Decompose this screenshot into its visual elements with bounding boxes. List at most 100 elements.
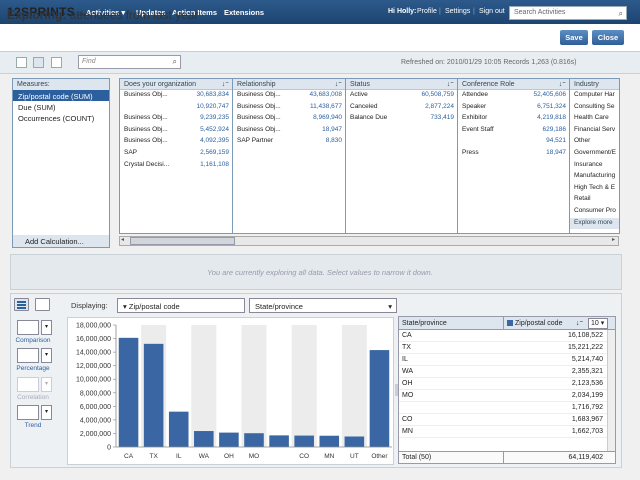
search-icon[interactable]: ⌕ — [619, 9, 623, 19]
dimension-value[interactable]: Business Obj... 9,239,235 — [120, 113, 232, 125]
dimension-value[interactable]: Business Obj... 8,969,940 — [233, 113, 345, 125]
dimension-value[interactable]: Business Obj... 18,947 — [233, 125, 345, 137]
topn-selector[interactable]: 10 ▾ — [588, 318, 608, 329]
bar[interactable] — [194, 431, 214, 447]
search-input[interactable]: Search Activities ⌕ — [509, 6, 627, 20]
dimension-value[interactable]: Government/E — [570, 148, 619, 160]
column-header-state[interactable]: State/province — [402, 320, 447, 327]
dimension-value[interactable]: Canceled 2,877,224 — [346, 102, 457, 114]
dimension-value[interactable]: Retail — [570, 194, 619, 206]
nav-extensions[interactable]: Extensions — [224, 8, 264, 17]
table-row[interactable]: MO 2,034,199 — [399, 390, 615, 402]
measure-item[interactable]: Zip/postal code (SUM) — [13, 90, 109, 101]
dimension-value[interactable]: Business Obj... 4,092,395 — [120, 136, 232, 148]
bar[interactable] — [294, 435, 314, 447]
chevron-down-icon[interactable]: ▾ — [41, 405, 52, 420]
table-row[interactable]: CO 1,683,967 — [399, 414, 615, 426]
dimension-value[interactable]: Business Obj... 11,438,677 — [233, 102, 345, 114]
dimension-value[interactable]: Event Staff 629,186 — [458, 125, 569, 137]
table-scrollbar[interactable] — [607, 330, 615, 452]
dimension-value[interactable]: Active 60,508,759 — [346, 90, 457, 102]
chevron-down-icon[interactable]: ▾ — [41, 320, 52, 335]
dimension-value[interactable]: Business Obj... 30,683,834 — [120, 90, 232, 102]
dimension-value[interactable]: 10,920,747 — [120, 102, 232, 114]
table-row[interactable]: IL 5,214,740 — [399, 354, 615, 366]
dimension-value[interactable]: Manufacturing — [570, 171, 619, 183]
dimension-value[interactable]: Consumer Pro — [570, 206, 619, 218]
bar[interactable] — [143, 343, 164, 447]
trend-chart-icon[interactable] — [17, 405, 39, 420]
explore-more-link[interactable]: Explore more — [570, 217, 619, 230]
dimension-header[interactable]: Relationship ↓⁼ — [233, 79, 345, 90]
bar[interactable] — [269, 435, 289, 447]
dimension-header[interactable]: Conference Role ↓⁼ — [458, 79, 569, 90]
dimension-value[interactable]: Attendee 52,405,606 — [458, 90, 569, 102]
dimension-value[interactable]: Press 18,947 — [458, 148, 569, 160]
scrollbar-thumb[interactable] — [130, 237, 235, 245]
bar[interactable] — [118, 337, 139, 447]
table-row[interactable]: TX 15,221,222 — [399, 342, 615, 354]
search-icon[interactable]: ⌕ — [173, 57, 177, 67]
value-number: 629,186 — [542, 125, 567, 133]
dimension-value[interactable]: Consulting Se — [570, 102, 619, 114]
dimension-value[interactable]: SAP Partner 8,830 — [233, 136, 345, 148]
measure-dropdown[interactable]: ▾ Zip/postal code — [117, 298, 245, 313]
table-row[interactable]: WA 2,355,321 — [399, 366, 615, 378]
chart-view-icon[interactable] — [14, 298, 29, 311]
measure-item[interactable]: Due (SUM) — [13, 101, 109, 112]
table-row[interactable]: CA 16,108,522 — [399, 330, 615, 342]
percentage-chart-icon[interactable] — [17, 348, 39, 363]
dimension-header[interactable]: Does your organization ↓⁼ — [120, 79, 232, 90]
save-button[interactable]: Save — [560, 30, 588, 45]
comparison-chart-icon[interactable] — [17, 320, 39, 335]
measure-item[interactable]: Occurrences (COUNT) — [13, 112, 109, 123]
dimension-header[interactable]: Status ↓⁼ — [346, 79, 457, 90]
chevron-down-icon[interactable]: ▾ — [41, 348, 52, 363]
dimension-value[interactable]: Exhibitor 4,219,818 — [458, 113, 569, 125]
dimension-value[interactable]: 94,521 — [458, 136, 569, 148]
sort-icon[interactable]: ↓⁼ — [447, 80, 454, 88]
dimension-dropdown[interactable]: State/province ▾ — [249, 298, 397, 313]
scroll-left-icon[interactable]: ◂ — [121, 236, 124, 243]
column-header-zip[interactable]: Zip/postal code — [515, 320, 562, 327]
bar[interactable] — [369, 350, 390, 447]
table-row[interactable]: MN 1,662,703 — [399, 426, 615, 438]
bar[interactable] — [168, 411, 189, 447]
y-tick-label: 8,000,000 — [80, 390, 111, 397]
dimension-value[interactable]: Crystal Decisi... 1,161,108 — [120, 160, 232, 172]
bar[interactable] — [244, 433, 264, 447]
bar[interactable] — [319, 435, 340, 447]
table-row[interactable]: OH 2,123,536 — [399, 378, 615, 390]
dimension-value[interactable]: Speaker 6,751,324 — [458, 102, 569, 114]
sort-icon[interactable]: ↓⁼ — [559, 80, 566, 88]
bar[interactable] — [219, 432, 239, 447]
dimension-value[interactable]: High Tech & E — [570, 183, 619, 195]
dimension-value[interactable]: Computer Har — [570, 90, 619, 102]
value-number: 6,751,324 — [537, 102, 566, 110]
collapse-icon[interactable] — [51, 57, 62, 68]
dimension-value[interactable]: Business Obj... 5,452,924 — [120, 125, 232, 137]
dimension-value[interactable]: Health Care — [570, 113, 619, 125]
dimension-value[interactable]: Balance Due 733,419 — [346, 113, 457, 125]
table-view-icon[interactable] — [35, 298, 50, 311]
add-calculation-button[interactable]: Add Calculation... — [13, 235, 109, 247]
bar[interactable] — [344, 436, 365, 447]
dimension-value[interactable]: Financial Serv — [570, 125, 619, 137]
signout-link[interactable]: Sign out — [479, 8, 505, 15]
dimension-header[interactable]: Industry — [570, 79, 619, 90]
sort-icon[interactable]: ↓⁼ — [335, 80, 342, 88]
select-all-icon[interactable] — [16, 57, 27, 68]
table-row[interactable]: 1,716,792 — [399, 402, 615, 414]
close-button[interactable]: Close — [592, 30, 624, 45]
layout-icon[interactable] — [33, 57, 44, 68]
dimension-value[interactable]: Insurance — [570, 160, 619, 172]
dimension-value[interactable]: Business Obj... 43,683,008 — [233, 90, 345, 102]
dimension-value[interactable]: SAP 2,569,159 — [120, 148, 232, 160]
find-input[interactable]: Find ⌕ — [78, 55, 181, 69]
settings-link[interactable]: Settings — [445, 8, 470, 15]
profile-link[interactable]: Profile — [417, 8, 437, 15]
sort-icon[interactable]: ↓⁼ — [222, 80, 229, 88]
scroll-right-icon[interactable]: ▸ — [612, 236, 615, 243]
sort-icon[interactable]: ↓⁼ — [576, 319, 583, 327]
dimension-value[interactable]: Other — [570, 136, 619, 148]
